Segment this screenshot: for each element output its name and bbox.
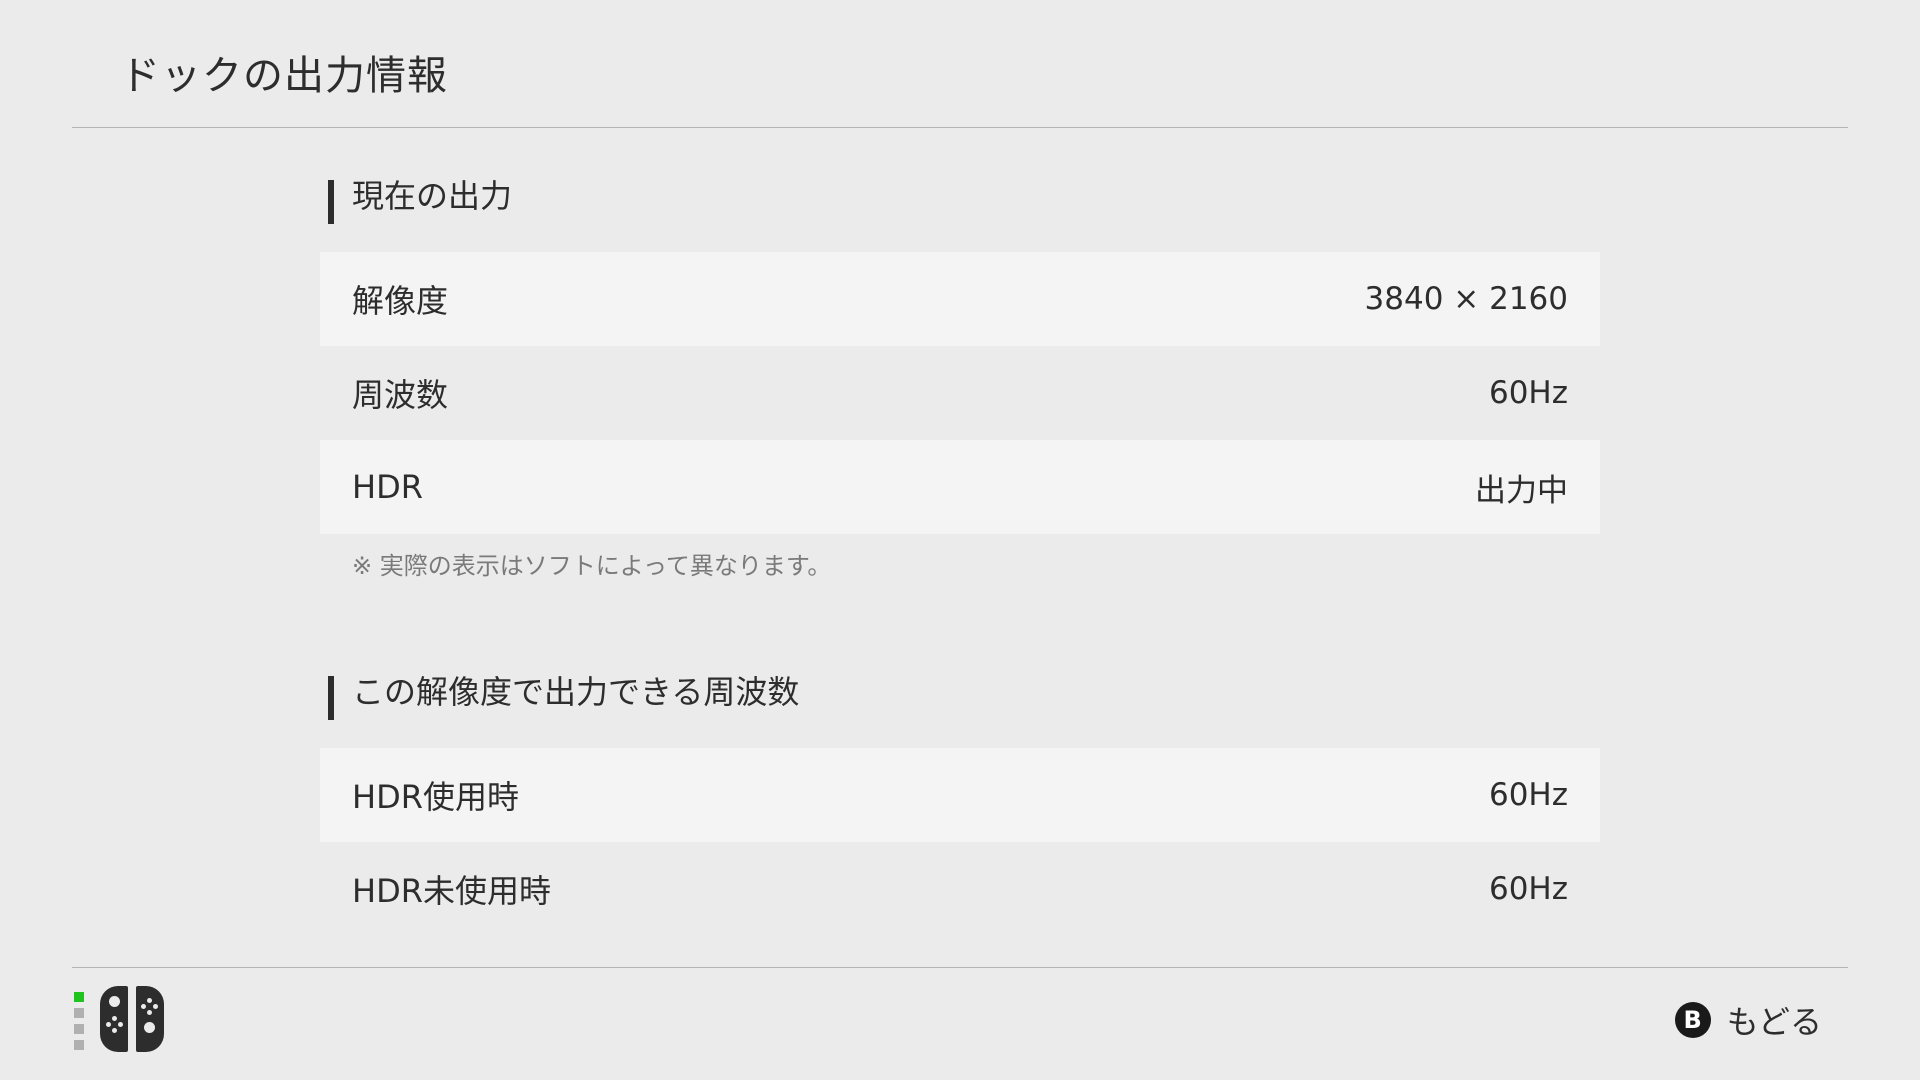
content-area[interactable]: 現在の出力 解像度 3840 × 2160 周波数 60Hz HDR 出力中 ※…	[320, 150, 1600, 936]
info-row-frequency: 周波数 60Hz	[320, 346, 1600, 440]
dock-output-info-screen: ドックの出力情報 現在の出力 解像度 3840 × 2160 周波数 60Hz …	[0, 0, 1920, 1080]
back-button-label: もどる	[1726, 1003, 1822, 1041]
info-row-label: 周波数	[352, 376, 449, 414]
section-heading-label: この解像度で出力できる周波数	[352, 673, 800, 711]
info-row-value: 出力中	[1475, 472, 1568, 509]
section-heading-available-frequencies: この解像度で出力できる周波数	[320, 646, 1600, 726]
player-indicator-active	[74, 992, 84, 1002]
info-row-hdr-on: HDR使用時 60Hz	[320, 748, 1600, 842]
player-indicator	[74, 1040, 84, 1050]
software-note: ※ 実際の表示はソフトによって異なります。	[352, 552, 832, 580]
info-row-label: HDR未使用時	[352, 872, 551, 910]
info-row-label: 解像度	[352, 282, 449, 320]
controller-status	[74, 986, 174, 1056]
info-row-value: 3840 × 2160	[1364, 281, 1568, 317]
joy-con-right-icon	[136, 986, 164, 1052]
current-output-list: 解像度 3840 × 2160 周波数 60Hz HDR 出力中	[320, 252, 1600, 534]
heading-marker	[328, 180, 334, 224]
info-row-label: HDR使用時	[352, 778, 519, 816]
info-row-hdr-off: HDR未使用時 60Hz	[320, 842, 1600, 936]
heading-marker	[328, 676, 334, 720]
joy-con-left-icon	[100, 986, 128, 1052]
info-row-label: HDR	[352, 468, 423, 506]
b-button-icon: B	[1674, 1002, 1711, 1038]
info-row-value: 60Hz	[1488, 777, 1568, 813]
available-frequencies-list: HDR使用時 60Hz HDR未使用時 60Hz	[320, 748, 1600, 936]
player-indicator	[74, 1008, 84, 1018]
section-heading-label: 現在の出力	[352, 177, 513, 215]
back-button[interactable]: B もどる	[1674, 997, 1822, 1043]
info-row-resolution: 解像度 3840 × 2160	[320, 252, 1600, 346]
page-title: ドックの出力情報	[120, 53, 448, 99]
info-row-value: 60Hz	[1488, 375, 1568, 411]
section-heading-current-output: 現在の出力	[320, 150, 1600, 230]
player-indicator	[74, 1024, 84, 1034]
header-divider	[72, 127, 1848, 128]
info-row-value: 60Hz	[1488, 871, 1568, 907]
footer-divider	[72, 967, 1848, 968]
info-row-hdr: HDR 出力中	[320, 440, 1600, 534]
